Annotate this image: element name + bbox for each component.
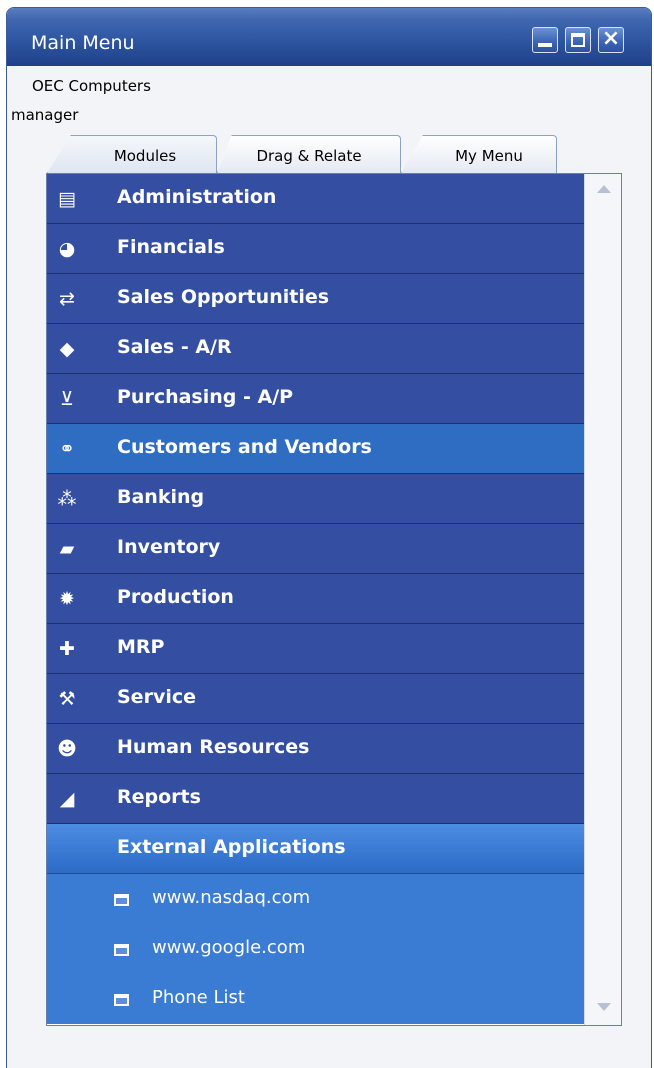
tab-modules[interactable]: Modules — [47, 135, 217, 173]
menu-item-inventory[interactable]: ▰ Inventory — [47, 524, 584, 574]
submenu-item-label: www.nasdaq.com — [152, 887, 311, 908]
coins-icon: ⁂ — [57, 488, 77, 510]
menu-item-label: Banking — [117, 486, 205, 508]
menu-item-administration[interactable]: ▤ Administration — [47, 174, 584, 224]
user-name: manager — [11, 106, 79, 124]
menu-item-banking[interactable]: ⁂ Banking — [47, 474, 584, 524]
close-icon: × — [601, 26, 621, 51]
menu-item-service[interactable]: ⚒ Service — [47, 674, 584, 724]
menu-item-financials[interactable]: ◕ Financials — [47, 224, 584, 274]
minimize-icon — [538, 43, 552, 47]
menu-item-label: Production — [117, 586, 234, 608]
menu-item-label: MRP — [117, 636, 165, 658]
menu-item-label: Sales - A/R — [117, 336, 232, 358]
main-menu-window: Main Menu × OEC Computers manager My Men… — [6, 7, 652, 1068]
menu-item-customers-vendors[interactable]: ⚭ Customers and Vendors — [47, 424, 584, 474]
scroll-up-arrow-icon[interactable] — [597, 185, 611, 193]
tab-my-menu[interactable]: My Menu — [401, 135, 557, 173]
chart-icon: ◢ — [59, 788, 75, 810]
tab-drag-relate[interactable]: Drag & Relate — [217, 135, 401, 173]
price-tag-icon: ◆ — [59, 338, 75, 360]
mrp-icon: ✚ — [59, 638, 75, 660]
menu-item-purchasing-ap[interactable]: ⊻ Purchasing - A/P — [47, 374, 584, 424]
menu-item-label: Service — [117, 686, 196, 708]
submenu-item-label: Phone List — [152, 987, 245, 1008]
menu-item-label: Reports — [117, 786, 201, 808]
company-name: OEC Computers — [32, 77, 151, 95]
scroll-down-arrow-icon[interactable] — [597, 1003, 611, 1011]
menu-item-label: Human Resources — [117, 736, 310, 758]
wrench-icon: ⚒ — [58, 688, 76, 710]
maximize-button[interactable] — [565, 27, 591, 53]
opportunity-arrows-icon: ⇄ — [59, 288, 75, 310]
submenu-item-nasdaq[interactable]: www.nasdaq.com — [47, 874, 584, 924]
financials-icon: ◕ — [58, 238, 76, 260]
submenu-item-phone-list[interactable]: Phone List — [47, 974, 584, 1024]
tab-strip: My Menu Drag & Relate Modules — [47, 135, 577, 175]
menu-item-label: Inventory — [117, 536, 221, 558]
handshake-icon: ⚭ — [59, 438, 75, 460]
window-icon — [114, 894, 129, 906]
menu-item-reports[interactable]: ◢ Reports — [47, 774, 584, 824]
shopping-cart-icon: ⊻ — [60, 388, 74, 410]
menu-folder-label: External Applications — [117, 836, 346, 858]
menu-item-mrp[interactable]: ✚ MRP — [47, 624, 584, 674]
minimize-button[interactable] — [532, 27, 558, 53]
menu-item-label: Customers and Vendors — [117, 436, 372, 458]
window-title: Main Menu — [31, 32, 135, 54]
menu-item-human-resources[interactable]: ☻ Human Resources — [47, 724, 584, 774]
menu-item-production[interactable]: ✹ Production — [47, 574, 584, 624]
maximize-icon — [571, 33, 585, 47]
document-stack-icon: ▤ — [58, 188, 76, 210]
menu-item-label: Financials — [117, 236, 225, 258]
window-icon — [114, 994, 129, 1006]
module-panel: ▤ Administration ◕ Financials ⇄ Sales Op… — [46, 173, 622, 1026]
gear-icon: ✹ — [59, 588, 75, 610]
menu-item-sales-ar[interactable]: ◆ Sales - A/R — [47, 324, 584, 374]
menu-folder-external-applications[interactable]: External Applications — [47, 824, 584, 874]
menu-item-label: Administration — [117, 186, 277, 208]
title-bar[interactable]: Main Menu × — [7, 8, 651, 66]
window-icon — [114, 944, 129, 956]
vertical-scrollbar[interactable] — [584, 174, 621, 1025]
menu-item-label: Purchasing - A/P — [117, 386, 294, 408]
people-icon: ☻ — [57, 738, 77, 760]
submenu-item-label: www.google.com — [152, 937, 306, 958]
close-button[interactable]: × — [598, 26, 624, 53]
menu-item-label: Sales Opportunities — [117, 286, 330, 308]
module-menu: ▤ Administration ◕ Financials ⇄ Sales Op… — [47, 174, 584, 1024]
box-icon: ▰ — [59, 538, 75, 560]
submenu-item-google[interactable]: www.google.com — [47, 924, 584, 974]
menu-item-sales-opportunities[interactable]: ⇄ Sales Opportunities — [47, 274, 584, 324]
